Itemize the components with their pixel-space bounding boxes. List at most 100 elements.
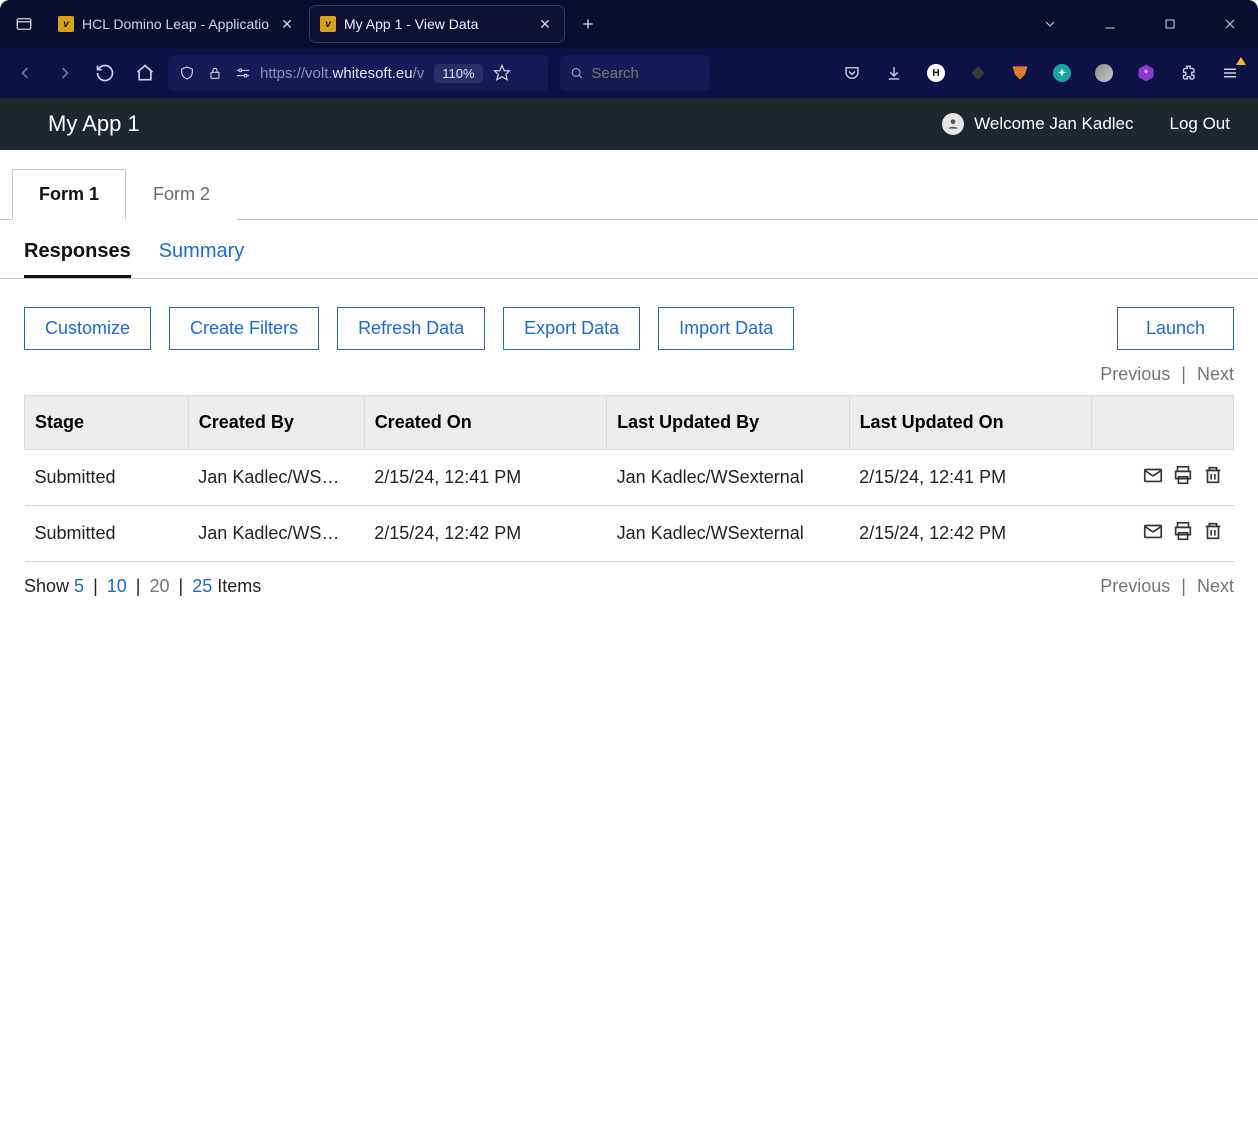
show-label: Show [24,576,69,597]
logout-link[interactable]: Log Out [1170,114,1231,134]
hamburger-menu-icon[interactable] [1210,55,1250,91]
browser-tab-0[interactable]: v HCL Domino Leap - Application ✕ [48,6,306,42]
tab-title: HCL Domino Leap - Application [82,16,270,32]
new-tab-button[interactable] [572,8,604,40]
app-title: My App 1 [48,111,140,137]
browser-tabs: v HCL Domino Leap - Application ✕ v My A… [48,6,1032,42]
page-size-5[interactable]: 5 [74,576,84,596]
welcome-text: Welcome Jan Kadlec [974,114,1133,134]
page-size-25[interactable]: 25 [192,576,212,596]
reload-button[interactable] [88,56,122,90]
subtab-responses[interactable]: Responses [24,240,131,278]
pocket-icon[interactable] [832,55,872,91]
table-row[interactable]: SubmittedJan Kadlec/WS…2/15/24, 12:41 PM… [25,450,1234,506]
pager-previous[interactable]: Previous [1100,364,1170,384]
extension-diamond-icon[interactable] [958,55,998,91]
tab-favicon: v [320,16,336,32]
tab-favicon: v [58,16,74,32]
extension-teal-icon[interactable]: ✦ [1042,55,1082,91]
zoom-badge[interactable]: 110% [434,64,482,83]
extension-h-icon[interactable]: H [916,55,956,91]
cell-actions [1092,450,1234,506]
close-icon[interactable]: ✕ [536,15,554,33]
print-icon[interactable] [1172,520,1194,547]
address-bar[interactable]: https://volt.whitesoft.eu/v 110% [168,55,548,91]
cell-created-on: 2/15/24, 12:41 PM [364,450,606,506]
cell-last-updated-on: 2/15/24, 12:41 PM [849,450,1091,506]
extension-hex-icon[interactable]: * [1126,55,1166,91]
cell-created-by: Jan Kadlec/WS… [188,450,364,506]
close-icon[interactable]: ✕ [278,15,296,33]
pager-top: Previous | Next [0,358,1258,395]
sub-tabs: Responses Summary [0,220,1258,279]
table-header-row: Stage Created By Created On Last Updated… [25,396,1234,450]
th-last-updated-on[interactable]: Last Updated On [849,396,1091,450]
bookmark-icon[interactable] [489,64,515,82]
th-created-by[interactable]: Created By [188,396,364,450]
tab-form-1[interactable]: Form 1 [12,169,126,220]
subtab-summary[interactable]: Summary [159,240,245,278]
pager-previous-bottom[interactable]: Previous [1100,576,1170,596]
toolbar-extensions: H ✦ * [832,55,1250,91]
welcome-user: Welcome Jan Kadlec [942,113,1133,135]
app-header: My App 1 Welcome Jan Kadlec Log Out [0,98,1258,150]
search-input[interactable] [591,65,700,82]
permissions-icon [232,65,254,81]
browser-tab-1[interactable]: v My App 1 - View Data ✕ [310,6,564,42]
cell-stage: Submitted [25,506,189,562]
navbar: https://volt.whitesoft.eu/v 110% H ✦ * [0,48,1258,98]
cell-last-updated-on: 2/15/24, 12:42 PM [849,506,1091,562]
th-actions [1092,396,1234,450]
table-row[interactable]: SubmittedJan Kadlec/WS…2/15/24, 12:42 PM… [25,506,1234,562]
maximize-icon[interactable] [1152,6,1188,42]
mail-icon[interactable] [1142,520,1164,547]
delete-icon[interactable] [1202,464,1224,491]
cell-last-updated-by: Jan Kadlec/WSexternal [607,506,849,562]
home-button[interactable] [128,56,162,90]
th-created-on[interactable]: Created On [364,396,606,450]
tab-title: My App 1 - View Data [344,16,528,32]
page-size-20: 20 [149,576,169,596]
back-button[interactable] [8,56,42,90]
close-window-icon[interactable] [1212,6,1248,42]
shield-icon [176,65,198,81]
tab-form-2[interactable]: Form 2 [126,169,237,220]
sidebar-toggle[interactable] [0,15,48,33]
export-data-button[interactable]: Export Data [503,307,640,350]
browser-chrome: v HCL Domino Leap - Application ✕ v My A… [0,0,1258,98]
delete-icon[interactable] [1202,520,1224,547]
browser-search[interactable] [560,55,710,91]
extensions-menu-icon[interactable] [1168,55,1208,91]
launch-button[interactable]: Launch [1117,307,1234,350]
data-table: Stage Created By Created On Last Updated… [0,395,1258,562]
extension-metamask-icon[interactable] [1000,55,1040,91]
th-stage[interactable]: Stage [25,396,189,450]
print-icon[interactable] [1172,464,1194,491]
cell-actions [1092,506,1234,562]
window-controls [1032,6,1258,42]
titlebar: v HCL Domino Leap - Application ✕ v My A… [0,0,1258,48]
th-last-updated-by[interactable]: Last Updated By [607,396,849,450]
form-tabs: Form 1 Form 2 [0,168,1258,220]
pager-next[interactable]: Next [1197,364,1234,384]
footer-pager: Show 5 | 10 | 20 | 25 Items Previous | N… [0,562,1258,611]
customize-button[interactable]: Customize [24,307,151,350]
notification-badge-icon [1236,57,1246,65]
import-data-button[interactable]: Import Data [658,307,794,350]
forward-button[interactable] [48,56,82,90]
page-size-10[interactable]: 10 [107,576,127,596]
page-content: Form 1 Form 2 Responses Summary Customiz… [0,168,1258,611]
cell-created-on: 2/15/24, 12:42 PM [364,506,606,562]
address-text: https://volt.whitesoft.eu/v [260,65,424,82]
cell-stage: Submitted [25,450,189,506]
refresh-data-button[interactable]: Refresh Data [337,307,485,350]
minimize-icon[interactable] [1092,6,1128,42]
items-label: Items [217,576,261,597]
create-filters-button[interactable]: Create Filters [169,307,319,350]
mail-icon[interactable] [1142,464,1164,491]
pager-next-bottom[interactable]: Next [1197,576,1234,596]
tabs-overview-icon[interactable] [1032,6,1068,42]
page-size-options: 5 | 10 | 20 | 25 [74,576,212,597]
extension-globe-icon[interactable] [1084,55,1124,91]
downloads-icon[interactable] [874,55,914,91]
